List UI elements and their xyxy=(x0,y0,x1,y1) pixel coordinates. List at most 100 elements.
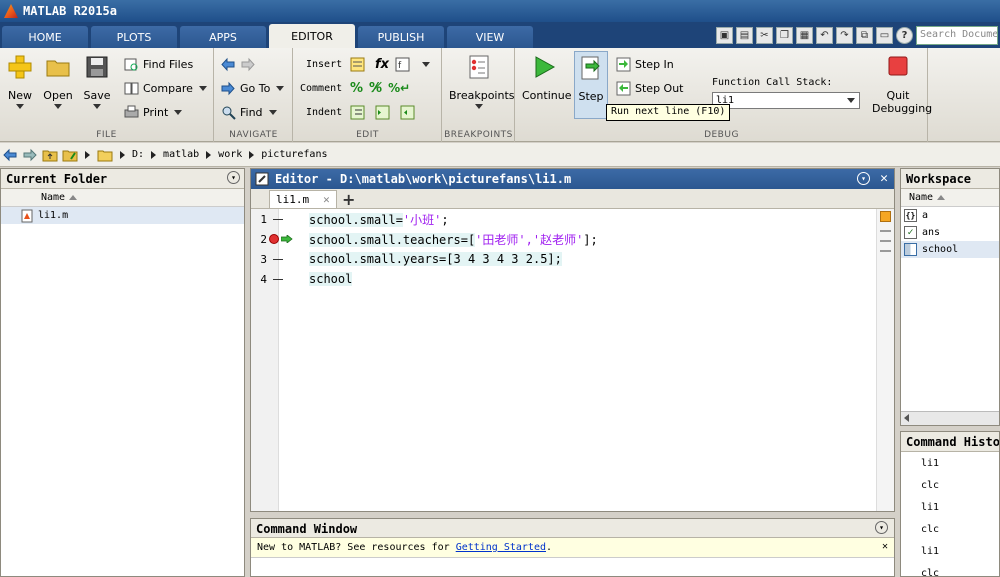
panel-menu-icon[interactable]: ▾ xyxy=(227,171,240,184)
tab-publish[interactable]: PUBLISH xyxy=(358,26,444,48)
find-files-icon xyxy=(124,58,138,70)
panel-menu-icon[interactable]: ▾ xyxy=(875,521,888,534)
path-separator-icon xyxy=(151,150,157,159)
undo-icon[interactable]: ↶ xyxy=(816,27,833,44)
path-segment-picturefans[interactable]: picturefans xyxy=(261,149,327,160)
sort-up-icon xyxy=(69,195,78,200)
insert-function-icon[interactable]: f xyxy=(395,57,410,72)
step-button[interactable]: Step xyxy=(574,51,608,119)
editor-tab-li1[interactable]: li1.m ✕ xyxy=(269,190,337,208)
tab-editor[interactable]: EDITOR xyxy=(269,24,355,48)
insert-label: Insert xyxy=(306,58,343,70)
quit-debugging-button[interactable]: Quit Debugging xyxy=(872,54,932,115)
breakpoints-button[interactable]: Breakpoints xyxy=(449,54,515,109)
comment-label: Comment xyxy=(300,82,343,94)
paste-icon[interactable]: ▦ xyxy=(796,27,813,44)
path-segment-matlab[interactable]: matlab xyxy=(163,149,199,160)
go-to-button[interactable]: Go To xyxy=(221,78,285,98)
tab-view[interactable]: VIEW xyxy=(447,26,533,48)
help-icon[interactable]: ? xyxy=(896,27,913,44)
getting-started-link[interactable]: Getting Started xyxy=(456,542,546,553)
insert-tools: fx f xyxy=(350,54,431,74)
increase-indent-icon[interactable] xyxy=(375,105,390,120)
file-group-label: FILE xyxy=(96,130,117,140)
back-forward-arrows[interactable] xyxy=(221,54,259,74)
warning-indicator-icon[interactable] xyxy=(880,211,891,222)
save-button[interactable]: Save xyxy=(77,54,117,109)
decrease-indent-icon[interactable] xyxy=(400,105,415,120)
indent-tools xyxy=(350,102,419,122)
code-line-3[interactable]: 3 school.small.years=[3 4 3 4 3 2.5]; xyxy=(251,249,871,269)
back-arrow-icon xyxy=(221,57,235,71)
find-files-button[interactable]: Find Files xyxy=(124,54,193,74)
path-segment-work[interactable]: work xyxy=(218,149,242,160)
switch-windows-icon[interactable]: ⧉ xyxy=(856,27,873,44)
workspace-var-row[interactable]: ✓ ans xyxy=(901,224,999,241)
file-row[interactable]: li1.m xyxy=(1,207,244,224)
code-line-1[interactable]: 1 school.small='小班'; xyxy=(251,209,871,229)
scroll-left-icon[interactable] xyxy=(904,414,909,422)
code-line-4[interactable]: 4 school xyxy=(251,269,871,289)
layout-icon[interactable]: ▣ xyxy=(716,27,733,44)
new-button[interactable]: New xyxy=(0,54,40,109)
compare-icon xyxy=(124,82,139,94)
insert-dropdown-icon[interactable] xyxy=(422,61,431,67)
title-bar: MATLAB R2015a xyxy=(0,0,1000,22)
sort-up-icon xyxy=(937,195,946,200)
wrap-comment-icon[interactable]: %↵ xyxy=(388,81,410,95)
history-entry[interactable]: li1 xyxy=(901,452,999,474)
workspace-var-row[interactable]: {} a xyxy=(901,207,999,224)
breakpoint-icon[interactable] xyxy=(269,234,279,244)
open-button[interactable]: Open xyxy=(38,54,78,109)
workspace-scrollbar[interactable] xyxy=(901,411,999,425)
window-title: MATLAB R2015a xyxy=(23,4,117,18)
close-tab-icon[interactable]: ✕ xyxy=(323,193,330,206)
find-button[interactable]: Find xyxy=(221,102,277,122)
compare-button[interactable]: Compare xyxy=(124,78,207,98)
fx-icon[interactable]: fx xyxy=(375,57,389,72)
smart-indent-icon[interactable] xyxy=(350,105,365,120)
redo-icon[interactable]: ↷ xyxy=(836,27,853,44)
comment-percent-icon[interactable]: % xyxy=(350,81,363,96)
quick-access-toolbar: ▣ ▤ ✂ ❐ ▦ ↶ ↷ ⧉ ▭ ? Search Documentation xyxy=(716,25,1000,46)
editor-menu-icon[interactable]: ▾ xyxy=(857,172,870,185)
browse-folder-icon[interactable] xyxy=(62,147,78,163)
copy-icon[interactable]: ❐ xyxy=(776,27,793,44)
history-entry[interactable]: clc xyxy=(901,562,999,577)
print-button[interactable]: Print xyxy=(124,102,183,122)
function-call-stack-select[interactable]: li1 xyxy=(712,92,860,109)
minimize-toolstrip-icon[interactable]: ▭ xyxy=(876,27,893,44)
code-line-2[interactable]: 2 school.small.teachers=['田老师','赵老师']; xyxy=(251,229,871,249)
history-entry[interactable]: li1 xyxy=(901,496,999,518)
code-area[interactable]: 1 school.small='小班'; 2 school.small.teac… xyxy=(251,209,894,511)
edit-group-label: EDIT xyxy=(356,130,379,140)
path-segment-drive[interactable]: D: xyxy=(132,149,144,160)
search-documentation-input[interactable]: Search Documentation xyxy=(916,26,998,45)
cut-icon[interactable]: ✂ xyxy=(756,27,773,44)
workspace-name-column-header[interactable]: Name xyxy=(901,189,999,207)
new-tab-plus-icon[interactable]: + xyxy=(337,190,361,209)
insert-section-icon[interactable] xyxy=(350,57,365,72)
step-out-button[interactable]: Step Out xyxy=(616,78,684,98)
history-entry[interactable]: clc xyxy=(901,474,999,496)
uncomment-icon[interactable]: %̸ xyxy=(369,81,382,96)
tab-plots[interactable]: PLOTS xyxy=(91,26,177,48)
back-icon[interactable] xyxy=(2,147,18,163)
save-icon[interactable]: ▤ xyxy=(736,27,753,44)
tab-apps[interactable]: APPS xyxy=(180,26,266,48)
up-folder-icon[interactable] xyxy=(42,147,58,163)
breakpoints-group: Breakpoints BREAKPOINTS xyxy=(443,48,515,142)
editor-close-icon[interactable]: ✕ xyxy=(880,171,888,186)
close-icon[interactable]: ✕ xyxy=(882,541,888,552)
step-in-button[interactable]: Step In xyxy=(616,54,674,74)
tab-home[interactable]: HOME xyxy=(2,26,88,48)
step-out-icon xyxy=(616,81,631,95)
workspace-var-row[interactable]: school xyxy=(901,241,999,258)
folder-name-column-header[interactable]: Name xyxy=(1,189,244,207)
forward-icon[interactable] xyxy=(22,147,38,163)
code-analyzer-bar[interactable] xyxy=(876,209,894,511)
continue-button[interactable]: Continue xyxy=(522,54,571,102)
history-entry[interactable]: clc xyxy=(901,518,999,540)
plus-icon xyxy=(8,55,32,79)
history-entry[interactable]: li1 xyxy=(901,540,999,562)
